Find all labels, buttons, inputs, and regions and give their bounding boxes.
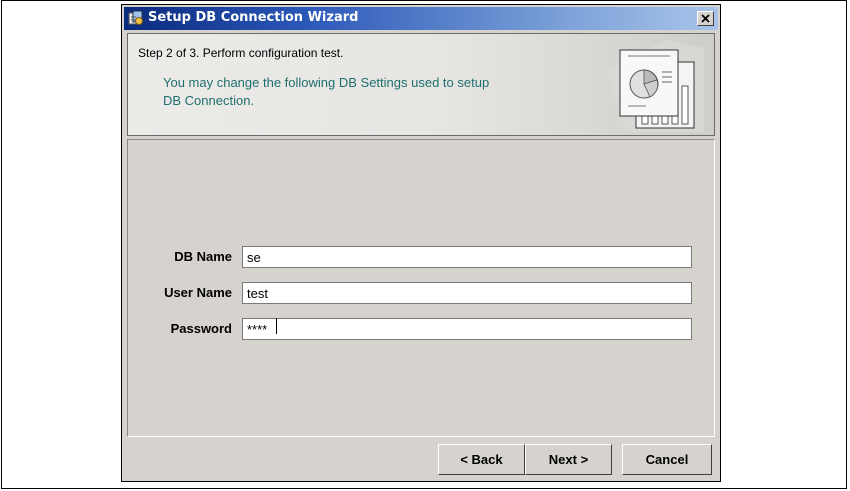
text-caret <box>276 318 277 334</box>
db-name-input[interactable]: se <box>242 246 692 268</box>
next-button[interactable]: Next > <box>525 444 612 475</box>
title-bar[interactable]: Setup DB Connection Wizard <box>124 7 718 30</box>
user-name-input[interactable]: test <box>242 282 692 304</box>
back-button[interactable]: < Back <box>438 444 525 475</box>
password-input[interactable]: **** <box>242 318 692 340</box>
window-title: Setup DB Connection Wizard <box>148 10 359 25</box>
password-label: Password <box>170 321 232 336</box>
db-name-label: DB Name <box>174 249 232 264</box>
cancel-button[interactable]: Cancel <box>622 444 712 475</box>
user-name-label: User Name <box>164 285 232 300</box>
step-title: Step 2 of 3. Perform configuration test. <box>138 46 344 60</box>
wizard-app-icon <box>128 10 143 25</box>
wizard-header: Step 2 of 3. Perform configuration test.… <box>127 33 715 136</box>
close-icon <box>701 14 710 23</box>
chart-report-illustration <box>606 40 704 132</box>
wizard-window: Setup DB Connection Wizard Step 2 of 3. … <box>121 4 721 482</box>
content-panel: DB Name se User Name test Password **** <box>127 139 715 437</box>
close-button[interactable] <box>697 11 714 26</box>
step-description: You may change the following DB Settings… <box>163 75 490 108</box>
